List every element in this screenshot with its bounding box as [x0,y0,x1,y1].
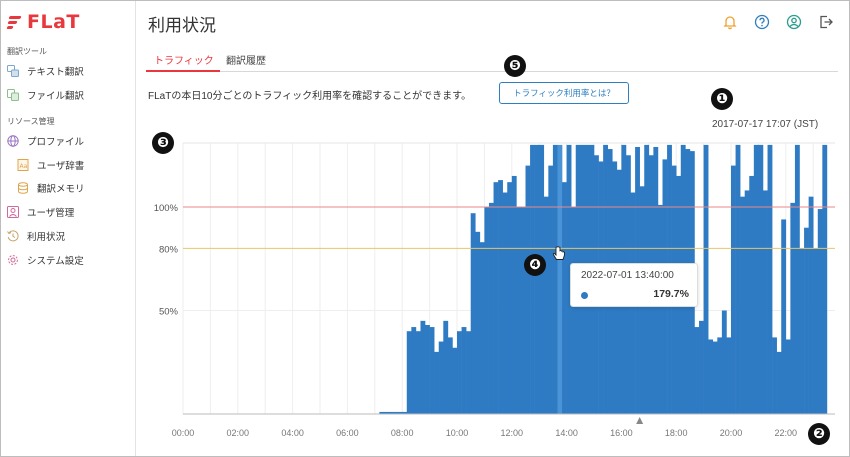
x-tick-label: 10:00 [446,428,469,438]
chart-bar [749,175,755,414]
chart-bar [753,144,759,414]
chart-bar [772,337,777,414]
annotation-badge-5: ❺ [504,55,526,77]
chart-bar [762,190,768,414]
chart-bar [735,144,741,414]
x-tick-label: 00:00 [172,428,195,438]
chart-bar [799,248,805,414]
chart-bar [712,341,718,414]
chart-bar [731,165,736,414]
chart-bar [776,351,782,414]
chart-bar [562,182,567,414]
chart-bar [794,144,800,414]
chart-bar [434,351,440,414]
chart-bar [817,209,823,414]
chart-bar [744,190,750,414]
chart-bar [703,144,709,414]
chart-bar [717,337,723,414]
chart-bar [804,227,809,414]
chart-bar [525,165,531,414]
chart-bar [548,165,554,414]
chart-bar [530,144,535,414]
chart-bar [543,196,549,414]
hand-cursor-icon [552,246,565,260]
chart-bar [461,327,467,414]
chart-bar [534,144,540,414]
chart-bar [721,310,727,414]
chart-bar [699,320,704,414]
chart-bar [822,144,828,414]
tooltip-time: 2022-07-01 13:40:00 [581,270,674,281]
annotation-badge-2: ❷ [808,423,830,445]
chart-bar [520,207,526,414]
chart-bar [429,327,435,414]
x-tick-label: 02:00 [227,428,250,438]
chart-bar [740,196,745,414]
x-tick-label: 22:00 [775,428,798,438]
annotation-badge-3: ❸ [152,132,174,154]
chart-bar [516,207,522,414]
chart-bar [767,144,773,414]
y-tick-label: 100% [154,203,179,214]
chart-bar [539,144,545,414]
x-tick-label: 04:00 [281,428,304,438]
chart-bar [457,331,462,414]
chart-bar [726,337,732,414]
chart-bar [425,324,430,414]
x-tick-label: 12:00 [501,428,524,438]
chart-bar [552,144,558,414]
chart-bar [507,182,513,414]
chart-bar [493,182,499,414]
chart-bar [479,242,485,414]
chart-tooltip: 2022-07-01 13:40:00 179.7% [570,263,698,307]
chart-bar [420,320,426,414]
x-tick-label: 14:00 [555,428,578,438]
chart-bar [785,339,791,414]
chart-bar [511,175,517,414]
x-tick-label: 16:00 [610,428,633,438]
x-tick-label: 06:00 [336,428,359,438]
chart-bar [438,341,444,414]
chart-bar [470,213,476,414]
annotation-badge-1: ❶ [711,88,733,110]
chart-bar [406,331,412,414]
x-tick-label: 20:00 [720,428,743,438]
x-tick-label: 18:00 [665,428,688,438]
chart-bar [484,207,490,414]
y-tick-label: 50% [159,307,179,318]
chart-bar [488,202,494,414]
tooltip-series-dot [581,292,588,299]
chart-bar [813,248,819,414]
chart-bar [475,231,481,414]
chart-bar [502,192,508,414]
current-time-marker [636,417,644,424]
chart-bar [571,207,577,414]
chart-bar [758,144,764,414]
chart-bar [443,320,449,414]
chart-bar-highlighted [557,144,563,414]
chart-bar [694,327,700,414]
x-tick-label: 08:00 [391,428,414,438]
annotation-badge-4: ❹ [524,254,546,276]
chart-bar [466,331,471,414]
chart-bar [790,202,796,414]
chart-bar [452,347,458,414]
chart-bar [415,331,421,414]
chart-bar [657,204,663,414]
traffic-chart: 50% 80% 100% 00:00 02:00 04:00 06:00 08:00 10:00… [154,142,835,438]
chart-bar [411,327,417,414]
chart-bar [498,180,503,414]
y-tick-label: 80% [159,244,179,255]
chart-bar [808,196,814,414]
tooltip-value: 179.7% [653,288,689,300]
chart-bar [708,339,714,414]
chart-bar [447,337,453,414]
